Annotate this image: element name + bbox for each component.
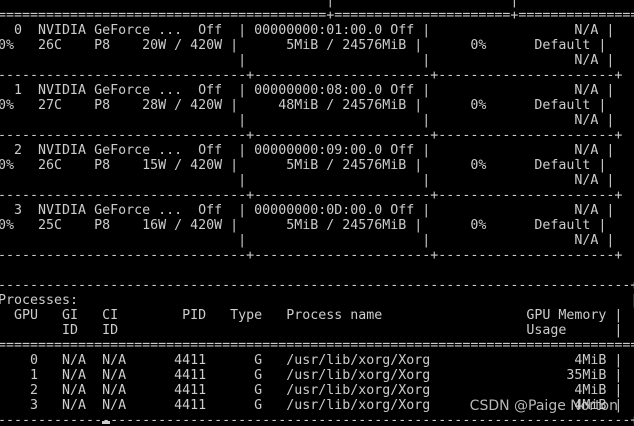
table-separator: -------------------------------+--------… [0,128,623,143]
processes-top-border: ----------------------------------------… [0,278,634,293]
table-separator: ========================================… [0,338,634,353]
gpu-2-row-2: 0% 26C P8 15W / 420W | 5MiB / 24576MiB |… [0,158,607,173]
terminal-output: | | MIG M. |============================… [0,0,634,426]
table-separator: -------------------------------+--------… [0,188,623,203]
terminal-window[interactable]: | | MIG M. |============================… [0,0,634,426]
watermark: CSDN @Paige Norton [469,398,618,414]
text-cursor [102,421,110,424]
gpu-3-row-3: | | N/A | [0,233,615,248]
processes-title: Processes: | [0,293,634,308]
processes-header-row-1: GPU GI CI PID Type Process name GPU Memo… [0,308,623,323]
gpu-0-row-1: 0 NVIDIA GeForce ... Off | 00000000:01:0… [0,23,615,38]
process-row: 2 N/A N/A 4411 G /usr/lib/xorg/Xorg 4MiB… [0,383,623,398]
gpu-0-row-2: 0% 26C P8 20W / 420W | 5MiB / 24576MiB |… [0,38,607,53]
process-row: 1 N/A N/A 4411 G /usr/lib/xorg/Xorg 35Mi… [0,368,623,383]
gpu-3-row-1: 3 NVIDIA GeForce ... Off | 00000000:0D:0… [0,203,615,218]
gpu-0-row-3: | | N/A | [0,53,615,68]
gpu-1-row-1: 1 NVIDIA GeForce ... Off | 00000000:08:0… [0,83,615,98]
gpu-2-row-3: | | N/A | [0,173,615,188]
gpu-2-row-1: 2 NVIDIA GeForce ... Off | 00000000:09:0… [0,143,615,158]
process-row: 0 N/A N/A 4411 G /usr/lib/xorg/Xorg 4MiB… [0,353,623,368]
table-separator: -------------------------------+--------… [0,248,623,263]
gpu-3-row-2: 0% 25C P8 16W / 420W | 5MiB / 24576MiB |… [0,218,607,233]
gpu-1-row-2: 0% 27C P8 28W / 420W | 48MiB / 24576MiB … [0,98,607,113]
table-separator: ========================================… [0,8,634,23]
table-separator: -------------------------------+--------… [0,68,623,83]
gpu-1-row-3: | | N/A | [0,113,615,128]
processes-header-row-2: ID ID Usage | [0,323,623,338]
terminal-line: | | MIG M. | [326,0,519,8]
processes-bottom-border: ----------------------------------------… [0,413,634,426]
